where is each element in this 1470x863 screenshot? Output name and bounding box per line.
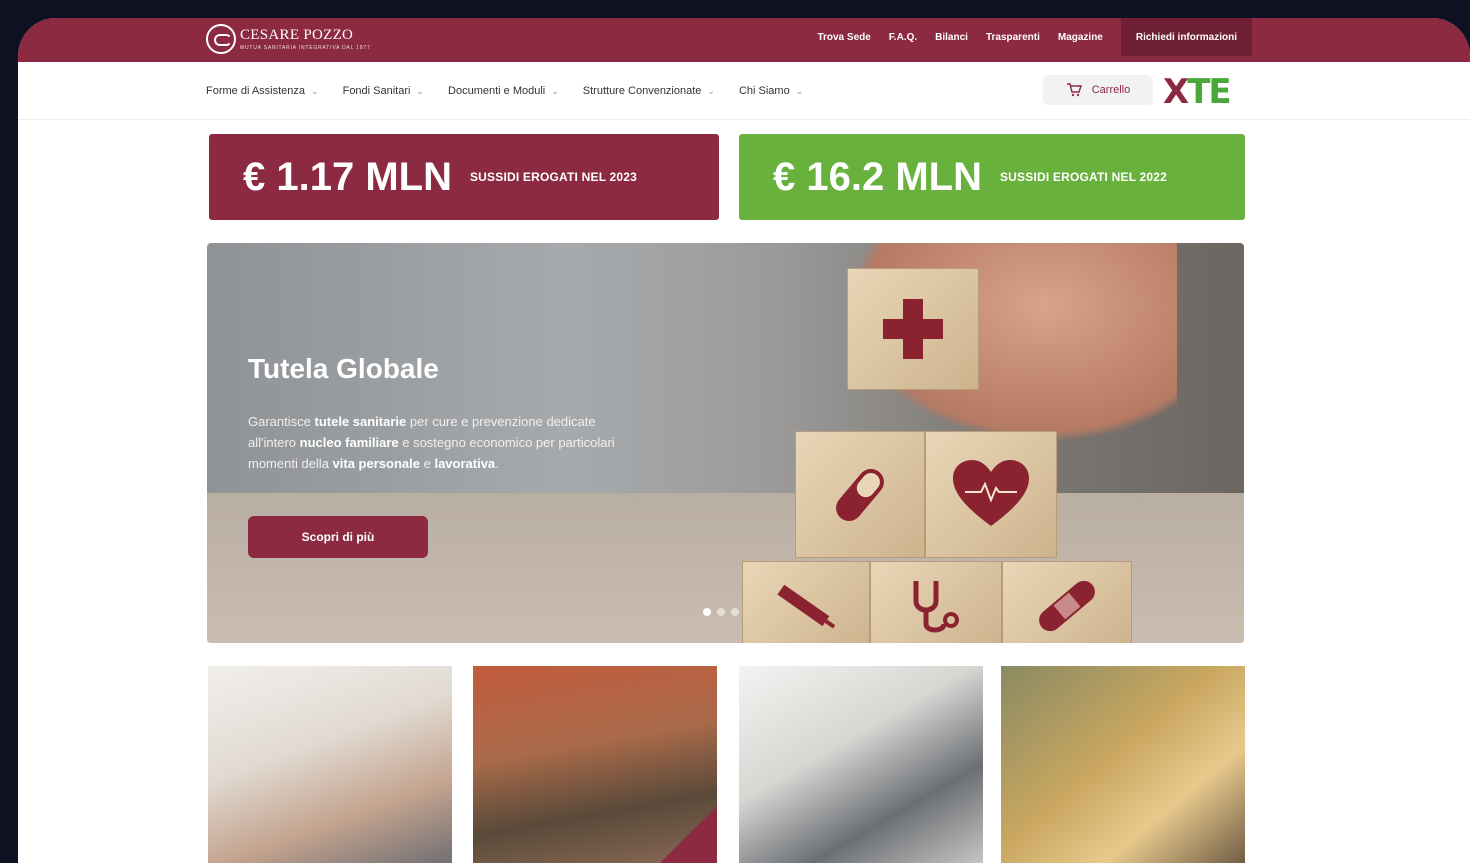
bandage-icon — [1039, 581, 1095, 631]
stethoscope-icon — [913, 581, 959, 633]
nav-documenti-e-moduli[interactable]: Documenti e Moduli ⌄ — [448, 85, 559, 97]
slider-dot-3[interactable] — [731, 608, 739, 616]
hero-slider: Tutela Globale Garantisce tutele sanitar… — [207, 243, 1244, 643]
hero-description: Garantisce tutele sanitarie per cure e p… — [248, 414, 615, 471]
cart-button[interactable]: Carrello — [1043, 75, 1153, 105]
chevron-down-icon: ⌄ — [416, 85, 425, 96]
slider-dots — [703, 608, 739, 616]
top-link-trasparenti[interactable]: Trasparenti — [986, 32, 1040, 43]
capsule-icon — [836, 468, 884, 521]
top-links: Trova Sede F.A.Q. Bilanci Trasparenti Ma… — [817, 18, 1252, 56]
top-link-magazine[interactable]: Magazine — [1058, 32, 1103, 43]
block-stethoscope — [870, 561, 1002, 643]
brand-mark-icon — [206, 24, 236, 54]
top-link-bilanci[interactable]: Bilanci — [935, 32, 968, 43]
hero-title: Tutela Globale — [248, 353, 439, 384]
stat-label: SUSSIDI EROGATI NEL 2022 — [999, 170, 1168, 184]
block-cross — [847, 268, 979, 390]
brand-tagline: MUTUA SANITARIA INTEGRATIVA DAL 1877 — [240, 45, 371, 51]
block-capsule — [795, 431, 925, 558]
chevron-down-icon: ⌄ — [707, 85, 715, 96]
nav-chi-siamo[interactable]: Chi Siamo ⌄ — [739, 85, 803, 97]
cart-icon — [1066, 83, 1082, 97]
cart-label: Carrello — [1091, 84, 1131, 96]
chevron-down-icon: ⌄ — [795, 85, 804, 96]
top-link-trova-sede[interactable]: Trova Sede — [817, 32, 870, 43]
chevron-down-icon: ⌄ — [311, 85, 319, 96]
browser-window: CESARE POZZO MUTUA SANITARIA INTEGRATIVA… — [18, 18, 1470, 863]
block-heart — [925, 431, 1057, 558]
stat-label: SUSSIDI EROGATI NEL 2023 — [469, 170, 638, 184]
nav-forme-di-assistenza[interactable]: Forme di Assistenza ⌄ — [206, 85, 319, 97]
brand-name: CESARE POZZO — [240, 27, 354, 43]
top-bar: CESARE POZZO MUTUA SANITARIA INTEGRATIVA… — [18, 18, 1470, 62]
feature-card-phone-support[interactable] — [739, 666, 983, 863]
slider-dot-2[interactable] — [717, 608, 725, 616]
slider-dot-1[interactable] — [703, 608, 711, 616]
heart-icon — [953, 459, 1029, 526]
brand-badge-icon — [657, 806, 717, 863]
cross-icon — [883, 299, 943, 359]
feature-card-smartphone[interactable] — [1001, 666, 1245, 863]
nav-fondi-sanitari[interactable]: Fondi Sanitari ⌄ — [343, 85, 424, 97]
brand-logo[interactable]: CESARE POZZO MUTUA SANITARIA INTEGRATIVA… — [206, 23, 371, 55]
request-info-button[interactable]: Richiedi informazioni — [1120, 18, 1252, 56]
feature-card-conference[interactable] — [473, 666, 717, 863]
stat-value: € 16.2 MLN — [773, 154, 982, 199]
nav-strutture-convenzionate[interactable]: Strutture Convenzionate ⌄ — [583, 85, 715, 97]
chevron-down-icon: ⌄ — [551, 85, 559, 96]
block-bandage — [1002, 561, 1132, 643]
hero-cta-button[interactable]: Scopri di più — [248, 516, 428, 558]
xte-logo[interactable]: XTE — [1163, 72, 1232, 112]
stat-value: € 1.17 MLN — [243, 154, 452, 199]
syringe-icon — [777, 584, 836, 629]
feature-card-elderly[interactable] — [208, 666, 452, 863]
stat-2023: € 1.17 MLN SUSSIDI EROGATI NEL 2023 — [209, 134, 719, 220]
main-nav: Forme di Assistenza ⌄ Fondi Sanitari ⌄ Doc… — [18, 62, 1470, 120]
stat-2022: € 16.2 MLN SUSSIDI EROGATI NEL 2022 — [739, 134, 1245, 220]
block-syringe — [742, 561, 870, 643]
top-link-faq[interactable]: F.A.Q. — [889, 32, 917, 43]
